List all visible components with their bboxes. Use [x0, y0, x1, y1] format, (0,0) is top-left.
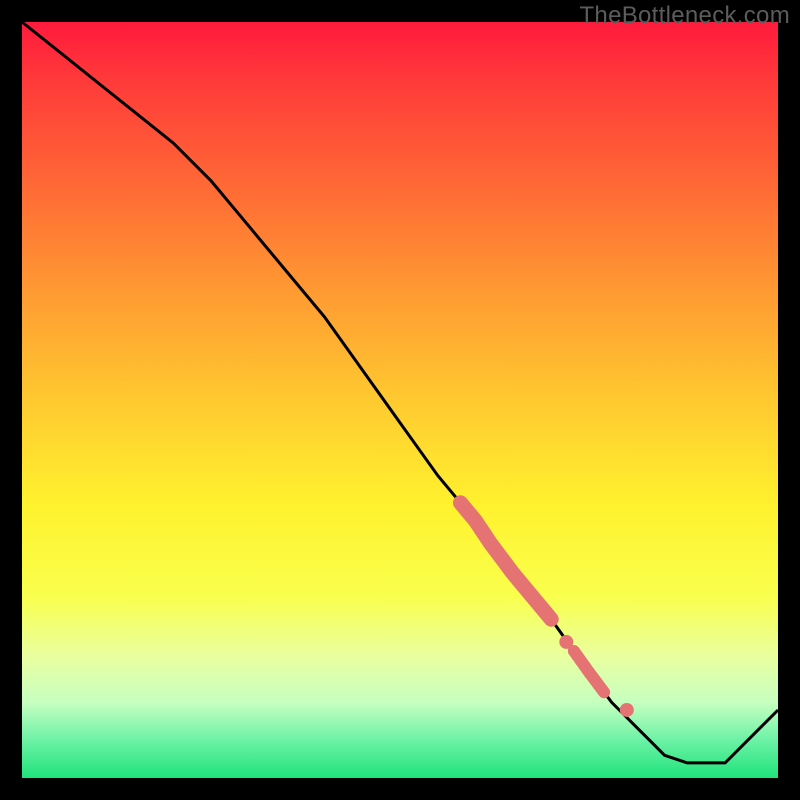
curve-markers — [460, 503, 633, 717]
stage: TheBottleneck.com — [0, 0, 800, 800]
bottleneck-curve — [22, 22, 778, 763]
marker-segment — [460, 503, 551, 619]
marker-segment — [574, 651, 604, 692]
watermark-text: TheBottleneck.com — [579, 2, 790, 30]
marker-dot — [620, 703, 634, 717]
chart-overlay — [22, 22, 778, 778]
